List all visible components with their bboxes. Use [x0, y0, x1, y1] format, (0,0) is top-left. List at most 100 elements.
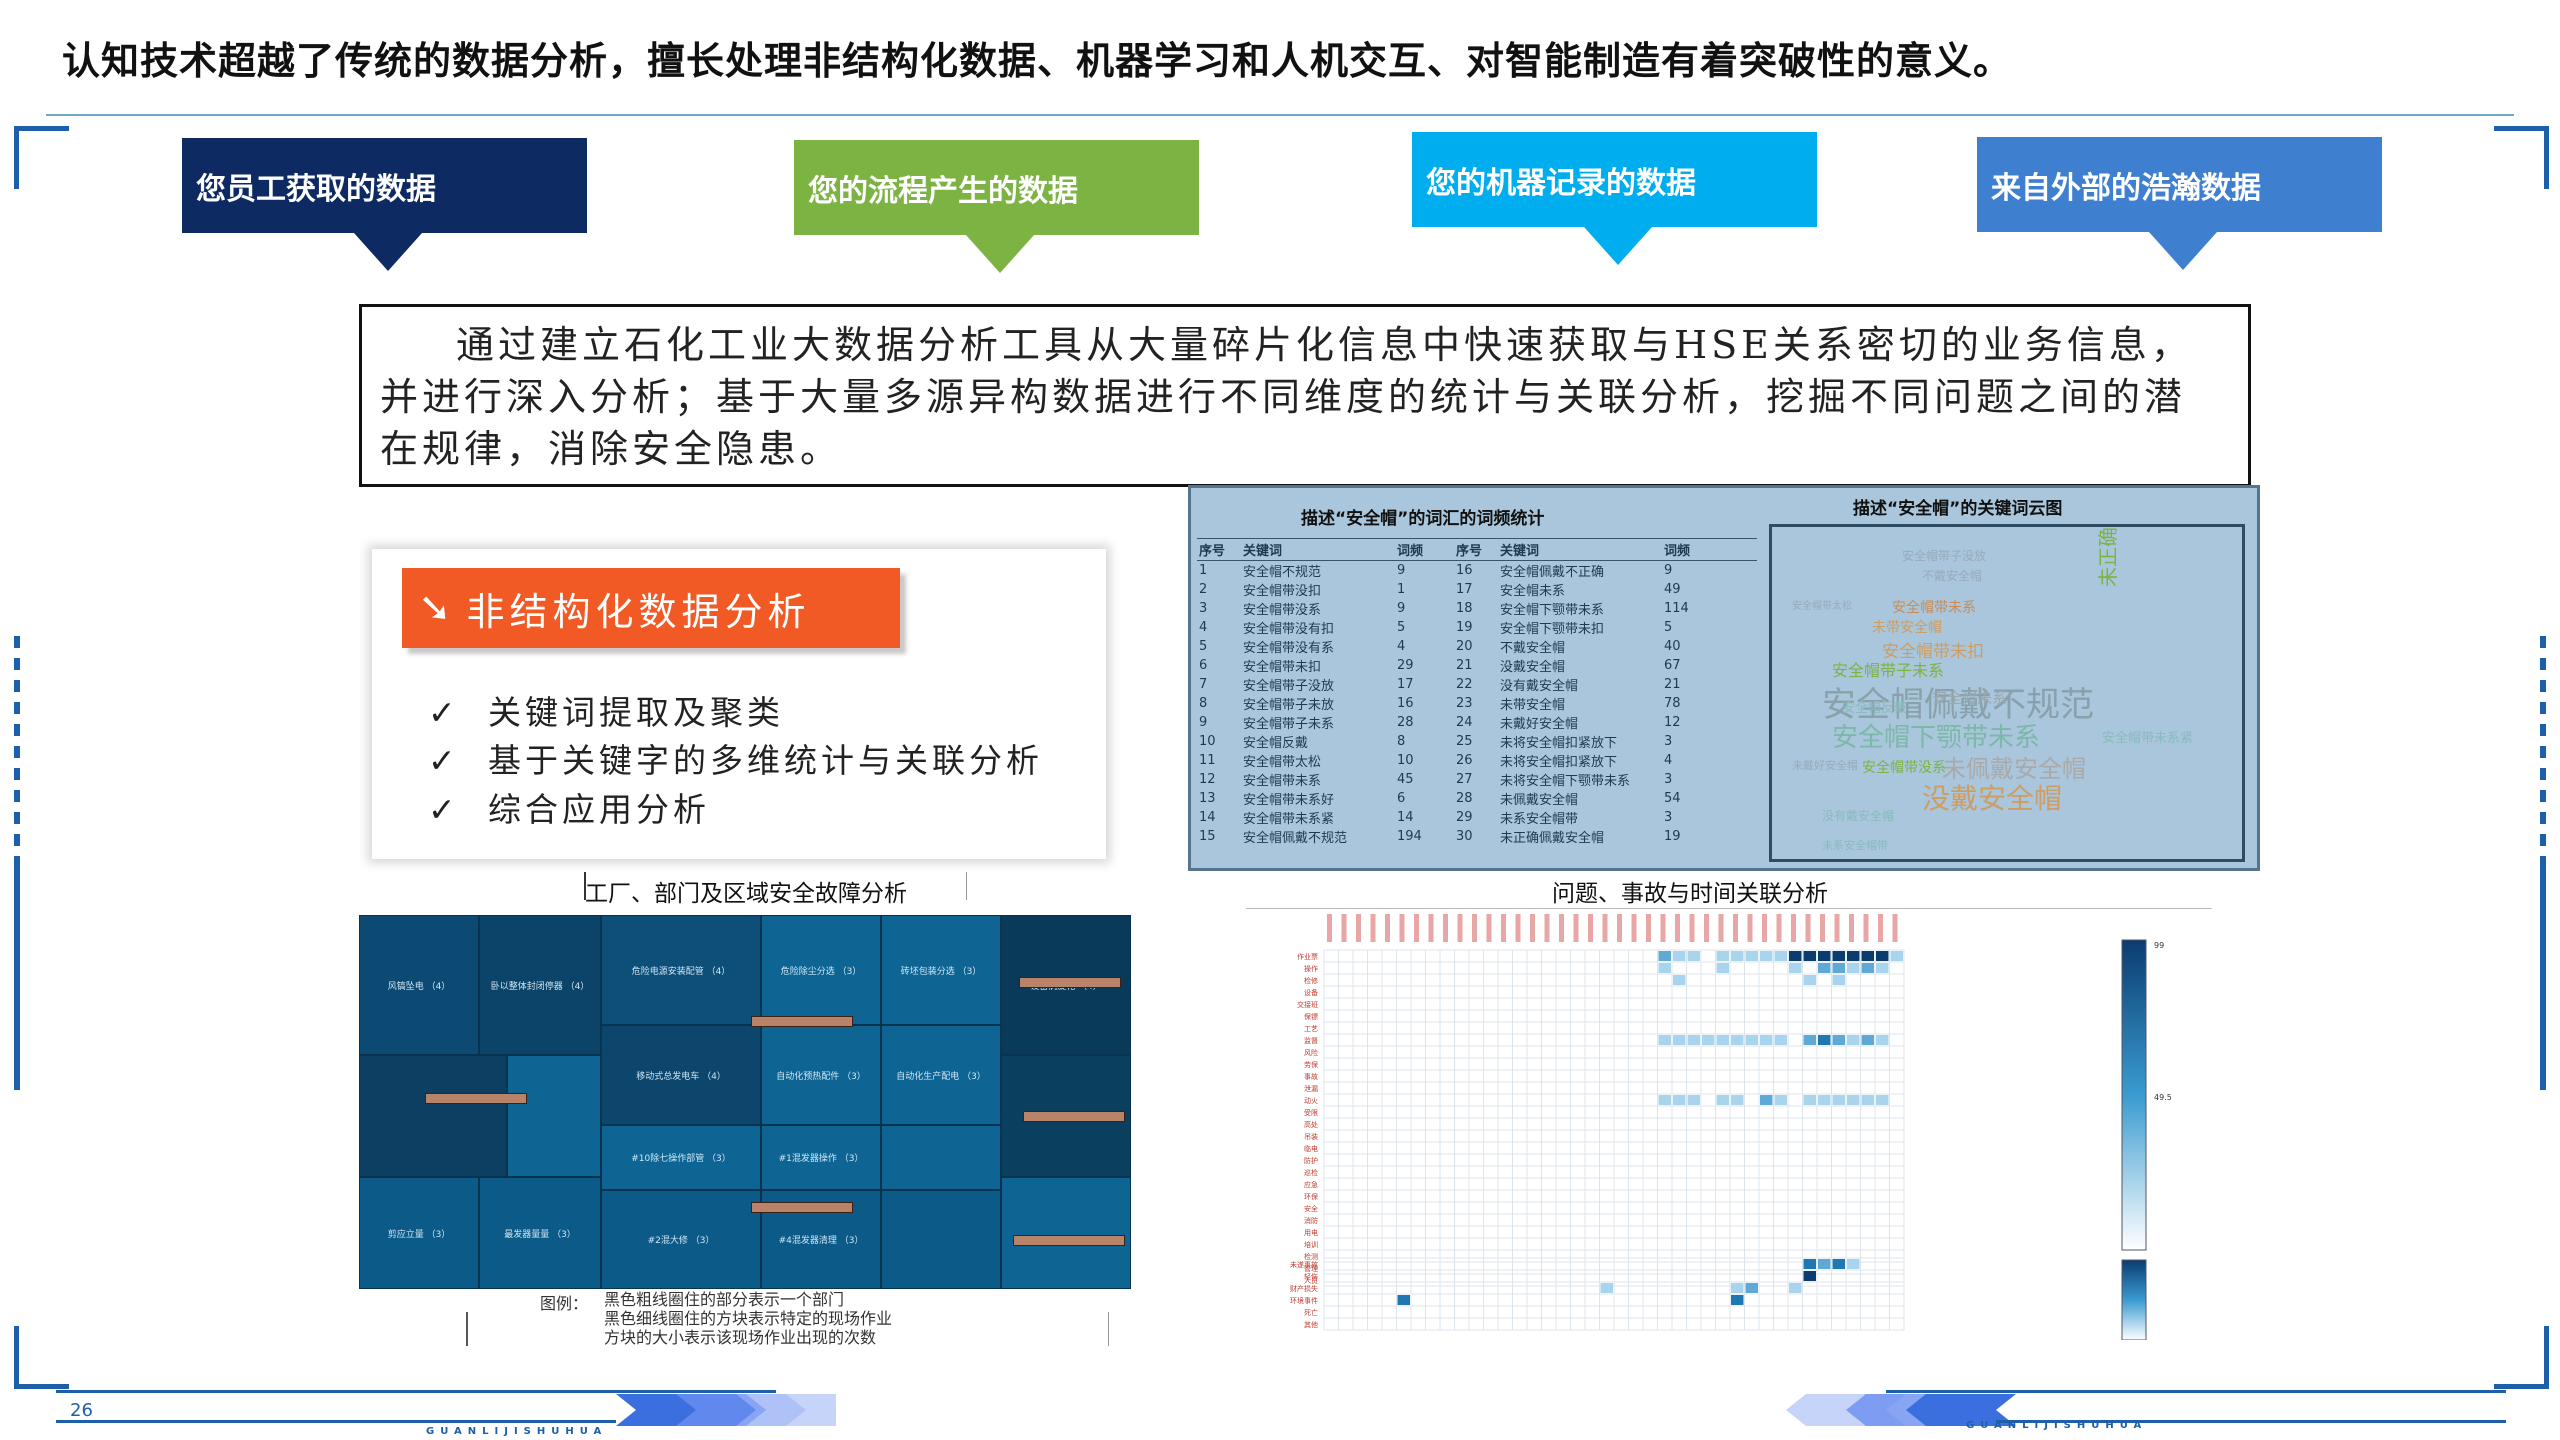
heatmap-event-label: 财产损失	[1290, 1284, 1318, 1293]
footer-left-decoration	[56, 1390, 836, 1426]
table-cell: 5	[1397, 620, 1406, 635]
column-header-mark	[1544, 914, 1550, 942]
heatmap-cell	[1702, 1035, 1715, 1045]
column-header-mark	[1747, 914, 1753, 942]
table-cell: 17	[1456, 582, 1473, 597]
table-cell: 未系安全帽带	[1500, 812, 1579, 827]
footer-brand-left: GUANLIJISHUHUA	[426, 1426, 608, 1437]
heatmap-cell	[1760, 1095, 1773, 1105]
heatmap-cell	[1861, 1035, 1874, 1045]
legend-label: 图例：	[540, 1294, 589, 1313]
table-cell: 3	[1199, 601, 1208, 616]
column-header-mark	[1820, 914, 1825, 942]
table-header-row: 序号 关键词 词频 序号 关键词 词频	[1197, 538, 1757, 561]
table-cell: 安全帽带子没放	[1243, 679, 1335, 694]
check-icon: ✓	[428, 741, 460, 780]
treemap-cell: #10除七操作部管 （3）	[601, 1125, 761, 1190]
heatmap-event-cell	[1818, 1259, 1831, 1269]
column-header-mark	[1515, 914, 1521, 942]
cloud-word: 安全帽带太松	[1792, 601, 1852, 612]
column-header-mark	[1675, 914, 1680, 942]
bullet-item: ✓ 综合应用分析	[428, 783, 710, 831]
table-row: 13 安全帽带未系好 6 28 未佩戴安全帽 54	[1197, 789, 1757, 808]
heatmap-event-cell	[1731, 1283, 1744, 1293]
table-cell: 30	[1456, 829, 1473, 844]
legend-line: 方块的大小表示该现场作业出现的次数	[604, 1328, 877, 1347]
heatmap-cell	[1774, 1035, 1787, 1045]
heatmap-event-cell	[1397, 1295, 1410, 1305]
cloud-word: 安全帽反戴	[1842, 701, 1908, 716]
table-cell: 7	[1199, 677, 1208, 692]
corner-bracket-top-right	[2494, 126, 2549, 189]
table-cell: 16	[1397, 696, 1414, 711]
heatmap-event-label: 轻伤	[1304, 1272, 1318, 1281]
column-header: 关键词	[1498, 538, 1662, 561]
table-cell: 23	[1456, 696, 1473, 711]
table-cell: 1	[1397, 582, 1406, 597]
table-cell: 15	[1199, 829, 1216, 844]
table-cell: 78	[1664, 696, 1681, 711]
column-header: 序号	[1454, 538, 1498, 561]
department-label-bar	[751, 1202, 853, 1213]
scale-max-label: 99	[2154, 941, 2164, 950]
treemap-cell: 危险除尘分选 （3）	[761, 915, 881, 1025]
cloud-word: 安全帽带未系紧	[2102, 731, 2194, 746]
heatmap-cell	[1847, 951, 1860, 961]
right-side-bar-solid	[2540, 860, 2546, 1090]
table-cell: 45	[1397, 772, 1414, 787]
column-header: 关键词	[1241, 538, 1395, 561]
column-header-mark	[1472, 914, 1477, 942]
category-external-data: 来自外部的浩瀚数据	[1977, 137, 2382, 270]
table-cell: 1	[1199, 563, 1208, 578]
table-cell: 安全帽带没系	[1243, 603, 1322, 618]
table-cell: 29	[1397, 658, 1414, 673]
column-header-mark	[1588, 914, 1593, 942]
heatmap-cell	[1673, 1095, 1686, 1105]
department-label-bar	[751, 1016, 853, 1027]
frequency-table-title: 描述“安全帽”的词汇的词频统计	[1301, 509, 1545, 529]
table-cell: 28	[1456, 791, 1473, 806]
department-label-bar	[425, 1093, 527, 1104]
corner-bracket-top-left	[14, 126, 69, 189]
table-cell: 安全帽带太松	[1243, 755, 1322, 770]
table-cell: 未佩戴安全帽	[1500, 793, 1579, 808]
column-header-mark	[1443, 914, 1448, 942]
department-label-bar	[1019, 977, 1121, 988]
bullet-item: ✓ 关键词提取及聚类	[428, 686, 784, 734]
legend-line: 黑色细线圈住的方块表示特定的现场作业	[604, 1309, 893, 1328]
table-cell: 10	[1199, 734, 1216, 749]
cloud-word: 安全帽带子没放	[1902, 549, 1987, 563]
heatmap-cell	[1774, 951, 1787, 961]
column-header-mark	[1689, 914, 1695, 942]
table-cell: 安全帽不规范	[1243, 565, 1322, 580]
cloud-word: 未系安全帽带	[1822, 839, 1888, 852]
scale-mid-label: 49.5	[2154, 1093, 2172, 1102]
table-cell: 20	[1456, 639, 1473, 654]
column-header-mark	[1704, 914, 1709, 942]
heatmap-cell	[1803, 1095, 1816, 1105]
heatmap-event-cell	[1803, 1271, 1816, 1281]
heatmap-cell	[1818, 1095, 1831, 1105]
table-cell: 114	[1664, 601, 1689, 616]
cloud-word: 安全帽带子未系	[1832, 661, 1945, 680]
caption-tick	[966, 872, 967, 900]
table-cell: 安全帽佩戴不规范	[1243, 831, 1348, 846]
heatmap-event-cell	[1847, 1259, 1860, 1269]
heatmap-cell	[1760, 951, 1773, 961]
table-cell: 2	[1199, 582, 1208, 597]
table-cell: 安全帽佩戴不正确	[1500, 565, 1605, 580]
heatmap-cell	[1731, 951, 1744, 961]
header-divider	[46, 114, 2514, 116]
table-cell: 安全帽带子未系	[1243, 717, 1335, 732]
column-header: 词频	[1662, 538, 1757, 561]
color-scale-bar	[2121, 939, 2147, 1251]
table-cell: 安全帽带没有扣	[1243, 622, 1335, 637]
table-cell: 9	[1397, 563, 1406, 578]
table-cell: 14	[1199, 810, 1216, 825]
column-header-mark	[1414, 914, 1419, 942]
table-cell: 40	[1664, 639, 1681, 654]
table-cell: 3	[1664, 810, 1673, 825]
category-process-data: 您的流程产生的数据	[794, 140, 1199, 273]
heatmap-row-label: 受限	[1304, 1108, 1318, 1117]
treemap-cell: 风镐坠电 （4）	[359, 915, 479, 1055]
